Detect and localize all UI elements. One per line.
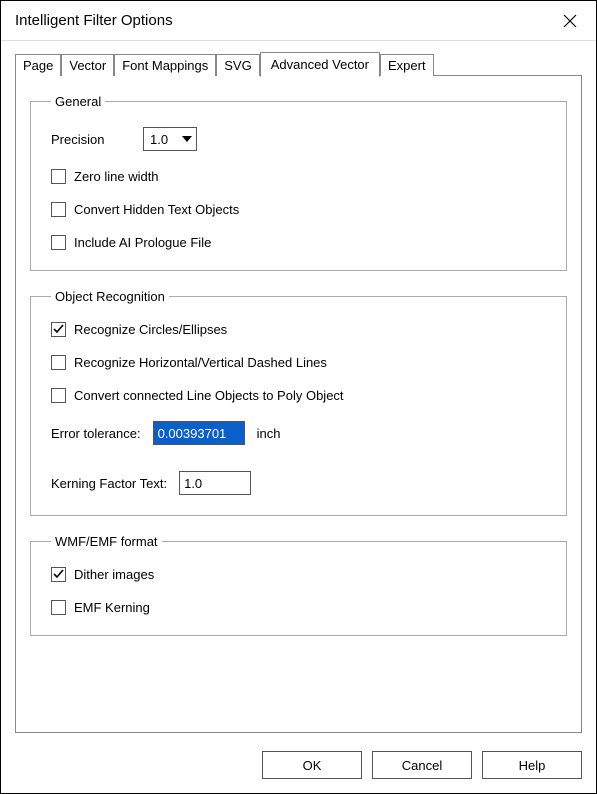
label-dither: Dither images: [74, 567, 154, 582]
tab-strip: Page Vector Font Mappings SVG Advanced V…: [15, 53, 582, 76]
row-convert-hidden: Convert Hidden Text Objects: [51, 202, 550, 217]
label-recognize-circles: Recognize Circles/Ellipses: [74, 322, 227, 337]
tab-page[interactable]: Page: [15, 54, 61, 76]
group-object-recognition-legend: Object Recognition: [51, 289, 169, 304]
row-precision: Precision 1.0: [51, 127, 550, 151]
checkbox-emf-kerning[interactable]: [51, 600, 66, 615]
group-object-recognition: Object Recognition Recognize Circles/Ell…: [30, 289, 567, 516]
label-error-tolerance-unit: inch: [257, 426, 281, 441]
checkbox-convert-poly[interactable]: [51, 388, 66, 403]
label-convert-poly: Convert connected Line Objects to Poly O…: [74, 388, 344, 403]
checkbox-recognize-circles[interactable]: [51, 322, 66, 337]
row-convert-poly: Convert connected Line Objects to Poly O…: [51, 388, 550, 403]
tab-font-mappings[interactable]: Font Mappings: [114, 54, 216, 76]
row-dither: Dither images: [51, 567, 550, 582]
label-kerning: Kerning Factor Text:: [51, 476, 167, 491]
row-recognize-circles: Recognize Circles/Ellipses: [51, 322, 550, 337]
precision-label: Precision: [51, 132, 143, 147]
tab-svg[interactable]: SVG: [216, 54, 259, 76]
group-general: General Precision 1.0 Zero line width: [30, 94, 567, 271]
chevron-down-icon: [182, 136, 192, 142]
label-include-ai: Include AI Prologue File: [74, 235, 211, 250]
check-icon: [53, 569, 64, 580]
content-area: Page Vector Font Mappings SVG Advanced V…: [1, 41, 596, 741]
dialog-window: Intelligent Filter Options Page Vector F…: [0, 0, 597, 794]
row-error-tolerance: Error tolerance: inch: [51, 421, 550, 445]
row-emf-kerning: EMF Kerning: [51, 600, 550, 615]
tab-vector[interactable]: Vector: [61, 54, 114, 76]
button-bar: OK Cancel Help: [1, 741, 596, 793]
precision-combo[interactable]: 1.0: [143, 127, 197, 151]
checkbox-zero-line-width[interactable]: [51, 169, 66, 184]
precision-value: 1.0: [144, 132, 178, 147]
checkbox-include-ai[interactable]: [51, 235, 66, 250]
tab-advanced-vector[interactable]: Advanced Vector: [260, 52, 380, 77]
group-general-legend: General: [51, 94, 105, 109]
precision-dropdown-button[interactable]: [178, 128, 196, 150]
checkbox-convert-hidden[interactable]: [51, 202, 66, 217]
row-recognize-dashed: Recognize Horizontal/Vertical Dashed Lin…: [51, 355, 550, 370]
label-error-tolerance: Error tolerance:: [51, 426, 141, 441]
label-emf-kerning: EMF Kerning: [74, 600, 150, 615]
tab-pane-advanced-vector: General Precision 1.0 Zero line width: [15, 75, 582, 733]
cancel-button[interactable]: Cancel: [372, 751, 472, 779]
titlebar: Intelligent Filter Options: [1, 1, 596, 41]
label-zero-line-width: Zero line width: [74, 169, 159, 184]
input-error-tolerance[interactable]: [153, 421, 245, 445]
group-wmf-emf: WMF/EMF format Dither images EMF Kerning: [30, 534, 567, 636]
row-include-ai: Include AI Prologue File: [51, 235, 550, 250]
row-zero-line-width: Zero line width: [51, 169, 550, 184]
group-wmf-emf-legend: WMF/EMF format: [51, 534, 162, 549]
close-button[interactable]: [556, 7, 584, 35]
window-title: Intelligent Filter Options: [15, 12, 173, 29]
label-convert-hidden: Convert Hidden Text Objects: [74, 202, 239, 217]
tab-expert[interactable]: Expert: [380, 54, 434, 76]
ok-button[interactable]: OK: [262, 751, 362, 779]
help-button[interactable]: Help: [482, 751, 582, 779]
check-icon: [53, 324, 64, 335]
row-kerning: Kerning Factor Text:: [51, 471, 550, 495]
close-icon: [563, 14, 577, 28]
checkbox-recognize-dashed[interactable]: [51, 355, 66, 370]
checkbox-dither[interactable]: [51, 567, 66, 582]
input-kerning[interactable]: [179, 471, 251, 495]
label-recognize-dashed: Recognize Horizontal/Vertical Dashed Lin…: [74, 355, 327, 370]
